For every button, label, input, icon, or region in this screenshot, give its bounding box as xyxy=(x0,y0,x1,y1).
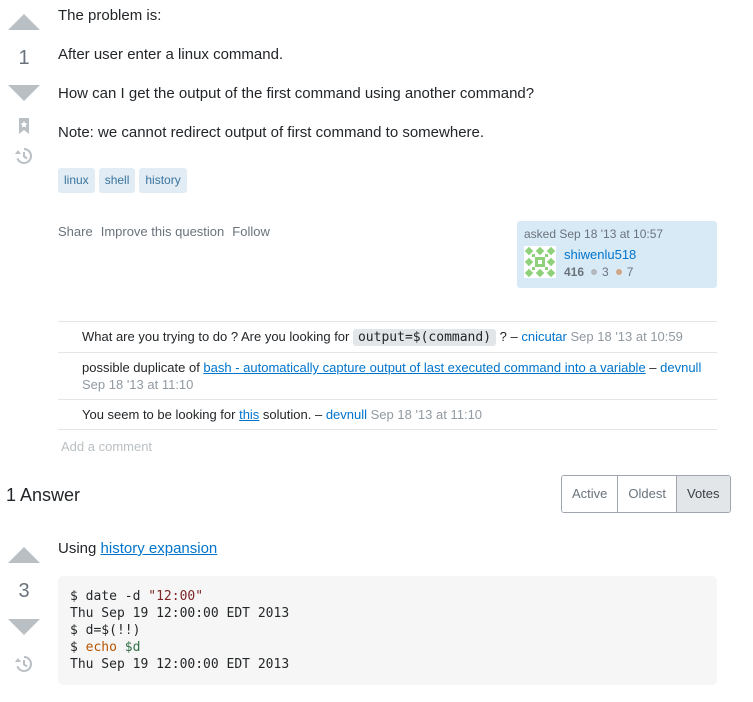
sort-tab-active[interactable]: Active xyxy=(562,476,619,512)
comment-link[interactable]: this xyxy=(239,407,259,422)
answers-count-header: 1 Answer xyxy=(6,485,80,506)
comment-text: What are you trying to do ? Are you look… xyxy=(82,329,353,344)
code-text: $ date -d xyxy=(70,589,149,604)
comment-user[interactable]: devnull xyxy=(326,407,367,422)
code-variable: $d xyxy=(124,640,141,655)
code-line: Thu Sep 19 12:00:00 EDT 2013 xyxy=(70,606,290,621)
owner-card: asked Sep 18 '13 at 10:57 shiwenlu518 41… xyxy=(517,221,717,288)
reputation-score: 416 xyxy=(564,265,585,279)
upvote-arrow-icon[interactable] xyxy=(8,14,40,30)
history-expansion-link[interactable]: history expansion xyxy=(101,540,218,557)
sort-tab-votes[interactable]: Votes xyxy=(676,476,730,512)
improve-question-link[interactable]: Improve this question xyxy=(101,224,225,239)
code-string: "12:00" xyxy=(148,589,204,604)
code-line: $ date -d "12:00" xyxy=(70,588,705,605)
comment-date[interactable]: Sep 18 '13 at 10:59 xyxy=(571,329,683,344)
downvote-arrow-icon[interactable] xyxy=(8,619,40,635)
history-icon[interactable] xyxy=(14,654,34,674)
bronze-badge-count: 7 xyxy=(626,265,634,279)
silver-badge-icon xyxy=(591,269,598,275)
bookmark-icon[interactable] xyxy=(14,116,34,136)
page: 1 The problem is: After user enter a lin… xyxy=(0,0,753,702)
code-keyword: echo xyxy=(85,640,117,655)
answers-count: 1 xyxy=(6,485,17,505)
comment-date[interactable]: Sep 18 '13 at 11:10 xyxy=(371,407,482,422)
comment-list: What are you trying to do ? Are you look… xyxy=(58,321,717,430)
comment-inline-code: output=$(command) xyxy=(352,329,497,346)
history-icon[interactable] xyxy=(14,146,34,166)
code-line: Thu Sep 19 12:00:00 EDT 2013 xyxy=(70,657,290,672)
tag-list: linux shell history xyxy=(58,168,187,193)
answer-intro: Using history expansion xyxy=(58,539,217,558)
tag-history[interactable]: history xyxy=(139,168,187,193)
tag-shell[interactable]: shell xyxy=(98,168,136,193)
bronze-badge-icon xyxy=(615,269,622,275)
code-line: $ d=$(!!) xyxy=(70,623,141,638)
answer-intro-text: Using xyxy=(58,540,101,557)
comment-separator: solution. – xyxy=(259,407,326,422)
comment-link[interactable]: bash - automatically capture output of l… xyxy=(203,360,645,375)
comment-text: possible duplicate of xyxy=(82,360,204,375)
question-paragraph: Note: we cannot redirect output of first… xyxy=(58,124,485,141)
comment-text: You seem to be looking for xyxy=(82,407,240,422)
comment-user[interactable]: devnull xyxy=(660,360,701,375)
comment-separator: – xyxy=(645,360,661,375)
follow-link[interactable]: Follow xyxy=(232,224,270,239)
add-comment-link[interactable]: Add a comment xyxy=(61,439,152,454)
owner-stats: 416 3 7 xyxy=(564,265,633,279)
sort-tab-oldest[interactable]: Oldest xyxy=(618,476,677,512)
comment-separator: ? – xyxy=(496,329,522,344)
answer-vote-count: 3 xyxy=(18,580,30,602)
tag-linux[interactable]: linux xyxy=(58,168,95,193)
post-menu: Share Improve this question Follow xyxy=(58,224,270,239)
asked-timestamp: asked Sep 18 '13 at 10:57 xyxy=(524,227,664,241)
comment-date[interactable]: Sep 18 '13 at 11:10 xyxy=(82,377,193,392)
question-paragraph: After user enter a linux command. xyxy=(58,46,284,63)
answer-code-block: $ date -d "12:00" Thu Sep 19 12:00:00 EDT… xyxy=(58,576,717,685)
downvote-arrow-icon[interactable] xyxy=(8,85,40,101)
comment-user[interactable]: cnicutar xyxy=(521,329,567,344)
sort-tabs: Active Oldest Votes xyxy=(561,475,731,513)
silver-badge-count: 3 xyxy=(602,265,609,279)
code-text: $ xyxy=(70,640,86,655)
question-paragraph: The problem is: xyxy=(58,7,162,24)
code-line: $ echo $d xyxy=(70,639,705,656)
upvote-arrow-icon[interactable] xyxy=(8,547,40,563)
avatar[interactable] xyxy=(524,246,556,278)
comment: You seem to be looking for this solution… xyxy=(58,399,717,430)
share-link[interactable]: Share xyxy=(58,224,93,239)
comment: possible duplicate of bash - automatical… xyxy=(58,352,717,399)
owner-username[interactable]: shiwenlu518 xyxy=(564,247,636,262)
question-vote-count: 1 xyxy=(18,47,30,69)
question-paragraph: How can I get the output of the first co… xyxy=(58,85,535,102)
comment: What are you trying to do ? Are you look… xyxy=(58,321,717,352)
answers-label: Answer xyxy=(20,485,81,505)
